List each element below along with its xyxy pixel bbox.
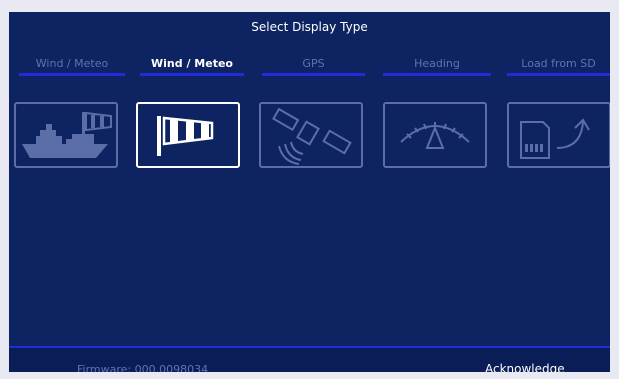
tab-label: GPS <box>302 57 325 70</box>
tab-heading[interactable]: Heading <box>383 57 491 79</box>
tab-gps[interactable]: GPS <box>262 57 365 79</box>
card-load-from-sd[interactable] <box>507 102 610 168</box>
tab-underline <box>507 73 610 76</box>
ship-windsock-icon <box>22 111 112 158</box>
dialog-title: Select Display Type <box>251 20 368 34</box>
display-type-screen: Select Display Type Wind / Meteo Wind / … <box>9 12 610 372</box>
acknowledge-button[interactable]: Acknowledge <box>485 362 565 372</box>
tab-underline <box>140 73 244 76</box>
tab-underline <box>19 73 125 76</box>
tab-underline <box>262 73 365 76</box>
sd-card-load-icon <box>520 118 590 159</box>
satellite-icon <box>272 107 352 165</box>
card-gps[interactable] <box>259 102 363 168</box>
tab-underline <box>383 73 491 76</box>
compass-gauge-icon <box>400 122 470 149</box>
tab-label: Wind / Meteo <box>35 57 109 70</box>
display-type-cards <box>9 102 610 174</box>
tab-wind-meteo-2[interactable]: Wind / Meteo <box>140 57 244 79</box>
tab-label: Load from SD <box>521 57 596 70</box>
card-heading[interactable] <box>383 102 487 168</box>
tab-load-from-sd[interactable]: Load from SD <box>507 57 610 79</box>
tab-bar: Wind / Meteo Wind / Meteo GPS Heading Lo… <box>9 57 610 79</box>
card-ship-meteo[interactable] <box>14 102 118 168</box>
card-wind-meteo[interactable] <box>136 102 240 168</box>
tab-wind-meteo-1[interactable]: Wind / Meteo <box>19 57 125 79</box>
windsock-icon <box>157 116 214 156</box>
tab-label: Wind / Meteo <box>151 57 233 70</box>
firmware-version: Firmware: 000.0098034 <box>77 363 209 372</box>
tab-label: Heading <box>414 57 460 70</box>
